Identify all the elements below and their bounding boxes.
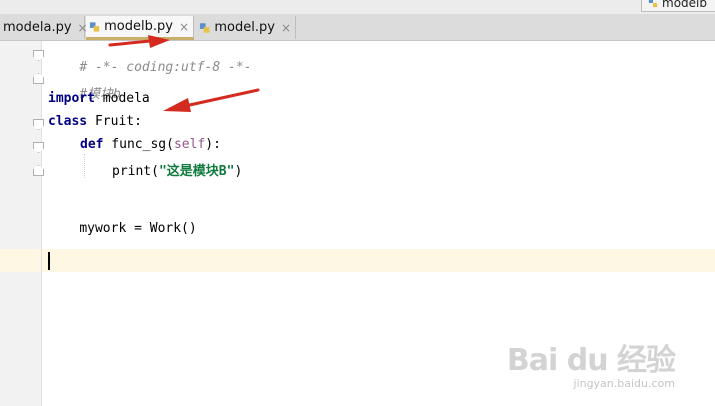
punctuation-token: ): — [205, 137, 221, 152]
tab-label: model.py — [214, 20, 275, 35]
editor-tab-bar: modela.py × modelb.py × model.py × — [0, 14, 715, 41]
top-toolbar-strip: modelb — [0, 0, 715, 14]
tab-label: modelb.py — [104, 19, 173, 34]
python-file-icon — [199, 22, 210, 33]
code-line-5: def func_sg(self): — [80, 137, 221, 160]
run-configuration-selector[interactable]: modelb — [641, 0, 715, 12]
tab-modela[interactable]: modela.py × — [0, 16, 88, 39]
editor-gutter[interactable] — [0, 41, 42, 406]
caret-line-highlight — [42, 249, 715, 272]
code-line-4: class Fruit: — [48, 114, 142, 137]
gutter-caret-line-highlight — [0, 249, 41, 272]
keyword-token: def — [80, 137, 104, 152]
keyword-token: import — [48, 91, 95, 106]
keyword-token: class — [48, 114, 88, 129]
tab-model[interactable]: model.py × — [196, 16, 296, 39]
punctuation-token: ) — [234, 164, 243, 179]
identifier-token: func_sg( — [103, 137, 174, 152]
code-line-2: #模块b — [48, 68, 121, 102]
code-line-8: mywork = Work() — [48, 206, 196, 236]
identifier-token: Fruit: — [87, 114, 142, 129]
code-line-3: import modela — [48, 91, 150, 114]
python-file-icon — [648, 0, 658, 8]
run-configuration-label: modelb — [662, 0, 707, 10]
string-token: "这是模块B" — [158, 164, 235, 179]
identifier-token: modela — [94, 91, 150, 106]
indent-guide — [84, 154, 85, 178]
watermark-logo: Bai du 经验 — [506, 343, 676, 378]
tab-label: modela.py — [3, 20, 72, 35]
close-icon[interactable]: × — [179, 20, 189, 34]
tab-modelb[interactable]: modelb.py × — [86, 16, 194, 40]
code-line-6: print("这是模块B") — [112, 160, 242, 183]
text-caret — [48, 252, 50, 270]
baidu-jingyan-watermark: Bai du 经验 jingyan.baidu.com — [506, 335, 676, 390]
self-token: self — [173, 137, 206, 152]
close-icon[interactable]: × — [281, 21, 291, 35]
python-file-icon — [89, 21, 100, 32]
identifier-token: print( — [112, 164, 159, 179]
identifier-token: mywork = Work() — [79, 221, 197, 236]
code-line-1: # -*- coding:utf-8 -*- — [48, 45, 251, 75]
